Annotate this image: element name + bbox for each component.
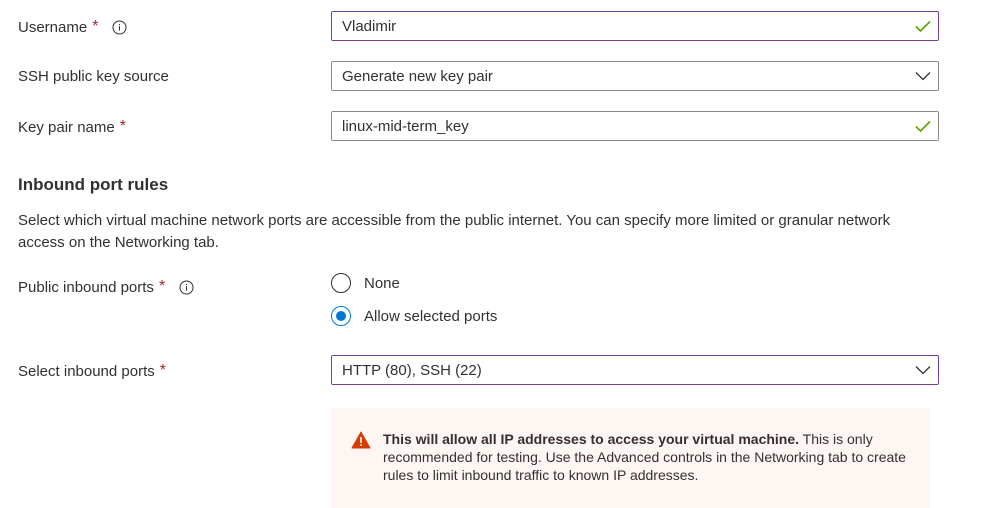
select-inbound-ports-label: Select inbound ports * — [18, 362, 166, 380]
username-label-text: Username — [18, 18, 88, 36]
inbound-port-rules-heading: Inbound port rules — [18, 175, 169, 194]
ssh-key-source-label-text: SSH public key source — [18, 68, 169, 85]
checkmark-icon — [908, 12, 938, 40]
warning-text: This will allow all IP addresses to acce… — [383, 430, 910, 484]
chevron-down-icon[interactable] — [908, 62, 938, 90]
ssh-key-source-value: Generate new key pair — [342, 67, 493, 85]
required-asterisk: * — [158, 278, 166, 295]
info-icon[interactable] — [112, 20, 127, 35]
warning-bold-text: This will allow all IP addresses to acce… — [383, 431, 800, 447]
required-asterisk: * — [159, 362, 166, 379]
username-input[interactable]: Vladimir — [331, 11, 939, 41]
username-value: Vladimir — [342, 17, 397, 35]
required-asterisk: * — [119, 118, 126, 135]
public-inbound-ports-label-text: Public inbound ports — [18, 278, 154, 296]
chevron-down-icon[interactable] — [908, 356, 938, 384]
radio-allow-selected-label[interactable]: Allow selected ports — [364, 308, 497, 325]
select-inbound-ports-value: HTTP (80), SSH (22) — [342, 361, 482, 379]
public-inbound-ports-label: Public inbound ports * — [18, 278, 194, 296]
warning-icon — [351, 431, 371, 449]
username-label: Username * — [18, 18, 127, 36]
key-pair-name-label-text: Key pair name — [18, 118, 115, 136]
checkmark-icon — [908, 112, 938, 140]
select-inbound-ports-label-text: Select inbound ports — [18, 362, 155, 380]
inbound-port-rules-description: Select which virtual machine network por… — [18, 212, 891, 251]
radio-none[interactable] — [331, 273, 351, 293]
radio-none-option[interactable]: None — [331, 273, 400, 293]
radio-allow-selected[interactable] — [331, 306, 351, 326]
key-pair-name-input[interactable]: linux-mid-term_key — [331, 111, 939, 141]
ssh-key-source-label: SSH public key source — [18, 68, 169, 85]
ssh-key-source-dropdown[interactable]: Generate new key pair — [331, 61, 939, 91]
radio-none-label[interactable]: None — [364, 275, 400, 292]
warning-message-bar: This will allow all IP addresses to acce… — [331, 408, 930, 508]
required-asterisk: * — [92, 18, 99, 35]
info-icon[interactable] — [179, 280, 194, 295]
key-pair-name-value: linux-mid-term_key — [342, 117, 469, 135]
select-inbound-ports-dropdown[interactable]: HTTP (80), SSH (22) — [331, 355, 939, 385]
radio-allow-selected-option[interactable]: Allow selected ports — [331, 306, 497, 326]
key-pair-name-label: Key pair name * — [18, 118, 126, 136]
